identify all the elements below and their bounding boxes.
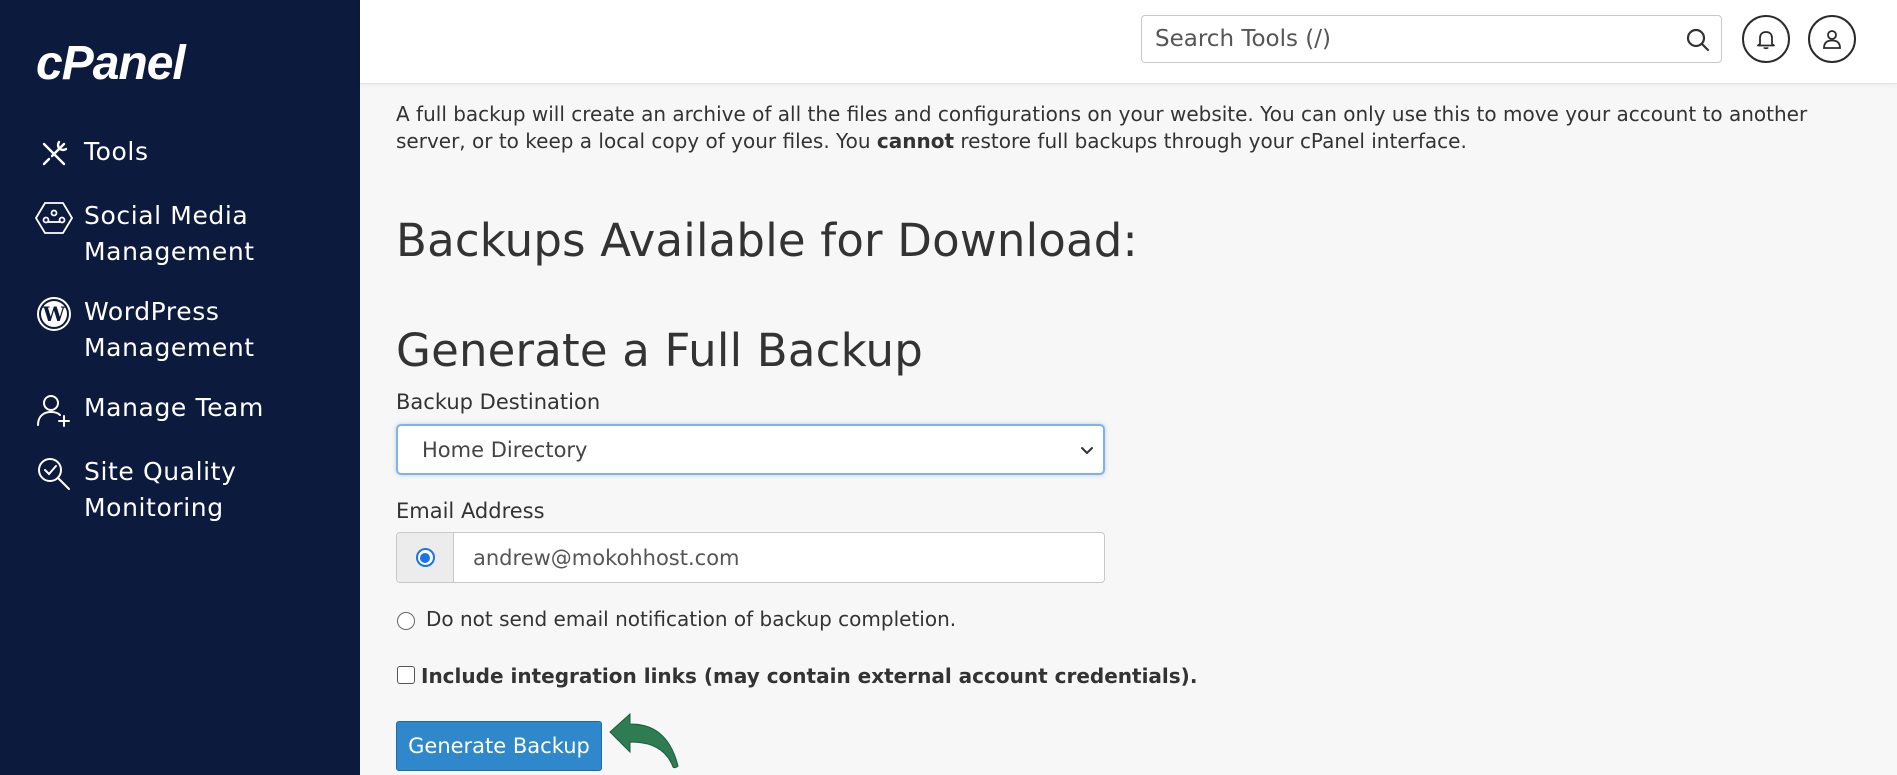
sidebar-item-label: Manage Team [84, 393, 264, 422]
bell-icon [1757, 31, 1775, 50]
pointer-arrow-icon [609, 712, 679, 769]
generate-backup-heading: Generate a Full Backup [396, 324, 923, 377]
sidebar-item-tools[interactable]: Tools [0, 134, 360, 174]
user-menu-button[interactable] [1808, 15, 1856, 63]
email-field[interactable] [455, 533, 1103, 582]
search-box[interactable] [1141, 15, 1722, 63]
email-input-group [396, 532, 1105, 583]
notifications-button[interactable] [1742, 15, 1790, 63]
sidebar-item-label: Tools [84, 137, 149, 166]
backup-destination-select[interactable]: Home Directory [396, 424, 1105, 475]
sidebar-item-label-line2: Management [84, 333, 255, 362]
user-icon [1823, 30, 1841, 49]
sidebar-item-site-quality[interactable]: Site Quality Monitoring [0, 454, 360, 526]
sidebar-item-social-media[interactable]: Social Media Management [0, 198, 360, 270]
email-radio-addon[interactable] [397, 533, 454, 582]
intro-text-part2: restore full backups through your cPanel… [954, 129, 1467, 153]
sidebar-nav: Tools Social Media Management W WordPres… [0, 134, 360, 550]
email-address-label: Email Address [396, 499, 545, 523]
sidebar-item-wordpress[interactable]: W WordPress Management [0, 294, 360, 366]
top-bar [360, 0, 1897, 84]
sidebar-item-manage-team[interactable]: Manage Team [0, 390, 360, 430]
generate-backup-button[interactable]: Generate Backup [396, 721, 602, 771]
backup-destination-label: Backup Destination [396, 390, 601, 414]
tools-icon [34, 134, 74, 174]
backup-destination-value: Home Directory [422, 438, 588, 462]
social-media-icon [34, 198, 74, 238]
email-notify-radio[interactable] [415, 548, 435, 567]
intro-text-bold: cannot [876, 129, 955, 153]
integration-links-checkbox[interactable] [397, 666, 415, 684]
cpanel-logo[interactable]: cPanel [36, 36, 186, 91]
sidebar-item-label-line2: Management [84, 237, 255, 266]
site-quality-icon [34, 454, 74, 494]
no-email-radio[interactable] [397, 612, 415, 630]
sidebar-item-label-line2: Monitoring [84, 493, 224, 522]
sidebar-item-label: Social Media [84, 201, 249, 230]
sidebar-item-label: Site Quality [84, 457, 237, 486]
svg-text:W: W [42, 302, 66, 326]
no-email-label[interactable]: Do not send email notification of backup… [426, 607, 956, 631]
search-input[interactable] [1142, 16, 1672, 62]
sidebar: cPanel Tools Social Media Management W W… [0, 0, 360, 775]
intro-text: A full backup will create an archive of … [396, 101, 1876, 155]
backups-available-heading: Backups Available for Download: [396, 214, 1138, 267]
main-content: A full backup will create an archive of … [396, 84, 1876, 771]
wordpress-icon: W [34, 294, 74, 334]
chevron-down-icon [1081, 447, 1093, 454]
integration-links-label[interactable]: Include integration links (may contain e… [421, 664, 1197, 688]
manage-team-icon [34, 390, 74, 430]
sidebar-item-label: WordPress [84, 297, 220, 326]
search-icon[interactable] [1685, 27, 1711, 53]
